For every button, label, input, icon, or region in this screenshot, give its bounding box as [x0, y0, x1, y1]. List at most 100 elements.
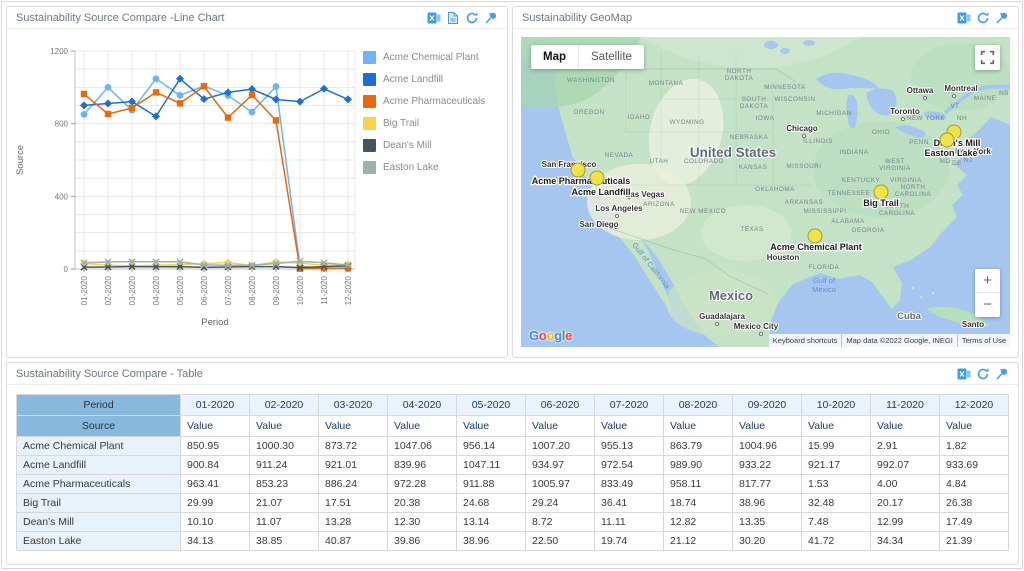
export-excel-icon[interactable] [957, 367, 971, 381]
water-label: Gulf of [813, 276, 836, 285]
map-canvas: WASHINGTONMONTANANORTHDAKOTAMINNESOTAWIS… [521, 37, 1010, 347]
export-pdf-icon[interactable] [446, 11, 460, 25]
value-cell: 13.28 [319, 513, 388, 532]
value-header: Value [388, 416, 457, 437]
value-cell: 963.41 [181, 475, 250, 494]
legend-item[interactable]: Big Trail [363, 117, 499, 130]
city-dot [715, 322, 718, 325]
legend-swatch [363, 161, 376, 174]
map-marker[interactable] [571, 163, 585, 177]
legend-item[interactable]: Acme Landfill [363, 73, 499, 86]
value-cell: 911.88 [457, 475, 526, 494]
compare-table: Period01-202002-202003-202004-202005-202… [16, 394, 1009, 551]
country-label: Mexico [709, 288, 753, 303]
pin-icon[interactable] [484, 11, 498, 25]
city-label: Ottawa [907, 86, 934, 95]
state-label: ALABAMA [831, 218, 865, 225]
map-marker[interactable] [590, 171, 604, 185]
export-excel-icon[interactable] [427, 11, 441, 25]
map-type-control: Map Satellite [531, 45, 644, 69]
state-label: WISCONSIN [775, 96, 816, 103]
svg-text:07-2020: 07-2020 [224, 275, 233, 305]
panel-title: Sustainability Source Compare -Line Char… [16, 12, 427, 24]
map-marker[interactable] [874, 185, 888, 199]
map-marker[interactable] [808, 229, 822, 243]
svg-text:400: 400 [55, 192, 69, 201]
state-label: OKLAHOMA [755, 186, 795, 193]
refresh-icon[interactable] [976, 11, 990, 25]
svg-text:0: 0 [64, 265, 69, 274]
legend-label: Acme Pharmaceuticals [383, 96, 485, 107]
legend-label: Acme Landfill [383, 74, 443, 85]
table-row: Acme Landfill900.84911.24921.01839.96104… [17, 456, 1009, 475]
legend-swatch [363, 51, 376, 64]
value-cell: 12.82 [664, 513, 733, 532]
map-marker[interactable] [940, 133, 954, 147]
value-cell: 2.91 [871, 437, 940, 456]
value-cell: 972.28 [388, 475, 457, 494]
svg-text:08-2020: 08-2020 [248, 275, 257, 305]
legend-item[interactable]: Acme Chemical Plant [363, 51, 499, 64]
value-header: Value [802, 416, 871, 437]
panel-header: Sustainability Source Compare - Table [7, 363, 1018, 385]
svg-text:03-2020: 03-2020 [128, 275, 137, 305]
city-dot [759, 332, 762, 335]
terms-of-use-link[interactable]: Terms of Use [958, 334, 1010, 347]
refresh-icon[interactable] [465, 11, 479, 25]
marker-label: Big Trail [863, 198, 899, 208]
value-cell: 992.07 [871, 456, 940, 475]
value-cell: 955.13 [595, 437, 664, 456]
zoom-in-button[interactable]: + [975, 269, 1000, 293]
export-excel-icon[interactable] [957, 11, 971, 25]
value-cell: 921.01 [319, 456, 388, 475]
state-label: PENN [909, 139, 929, 146]
city-label: Santo [962, 320, 984, 329]
state-label: WASHINGTON [567, 77, 615, 84]
legend-item[interactable]: Dean's Mill [363, 139, 499, 152]
source-cell: Big Trail [17, 494, 181, 513]
legend-item[interactable]: Acme Pharmaceuticals [363, 95, 499, 108]
city-label: Toronto [890, 107, 920, 116]
period-column-header: 12-2020 [940, 395, 1009, 416]
value-cell: 21.12 [664, 532, 733, 551]
state-label: NH [957, 115, 967, 122]
keyboard-shortcuts-link[interactable]: Keyboard shortcuts [769, 334, 842, 347]
table-row: Acme Chemical Plant850.951000.30873.7210… [17, 437, 1009, 456]
value-cell: 30.20 [733, 532, 802, 551]
pin-icon[interactable] [995, 367, 1009, 381]
refresh-icon[interactable] [976, 367, 990, 381]
city-label: Las Vegas [625, 190, 665, 199]
fullscreen-button[interactable] [975, 45, 1000, 70]
value-header: Value [526, 416, 595, 437]
state-label: TENNESSEE [828, 190, 871, 197]
pin-icon[interactable] [995, 11, 1009, 25]
country-label: United States [690, 145, 776, 160]
value-header: Value [319, 416, 388, 437]
city-label: Montreal [944, 84, 977, 93]
value-cell: 1004.96 [733, 437, 802, 456]
legend-swatch [363, 73, 376, 86]
panel-table: Sustainability Source Compare - Table Pe… [6, 362, 1019, 565]
state-label: GEORGIA [852, 227, 885, 234]
value-cell: 900.84 [181, 456, 250, 475]
value-cell: 972.54 [595, 456, 664, 475]
value-header: Value [457, 416, 526, 437]
period-column-header: 03-2020 [319, 395, 388, 416]
water-label: Mexico [812, 285, 836, 294]
value-cell: 12.99 [871, 513, 940, 532]
value-cell: 38.96 [733, 494, 802, 513]
map-type-map-button[interactable]: Map [531, 45, 578, 69]
city-label: San Francisco [542, 160, 597, 169]
legend-item[interactable]: Easton Lake [363, 161, 499, 174]
state-label: VT [950, 103, 959, 110]
svg-text:Source: Source [15, 145, 26, 175]
google-logo[interactable]: Google [529, 328, 572, 343]
legend-label: Easton Lake [383, 162, 439, 173]
value-cell: 1047.11 [457, 456, 526, 475]
state-label: UTAH [650, 158, 669, 165]
google-map[interactable]: WASHINGTONMONTANANORTHDAKOTAMINNESOTAWIS… [521, 37, 1010, 347]
state-label: FLORIDA [809, 264, 840, 271]
zoom-out-button[interactable]: − [975, 293, 1000, 317]
map-type-satellite-button[interactable]: Satellite [578, 45, 644, 69]
period-column-header: 05-2020 [457, 395, 526, 416]
